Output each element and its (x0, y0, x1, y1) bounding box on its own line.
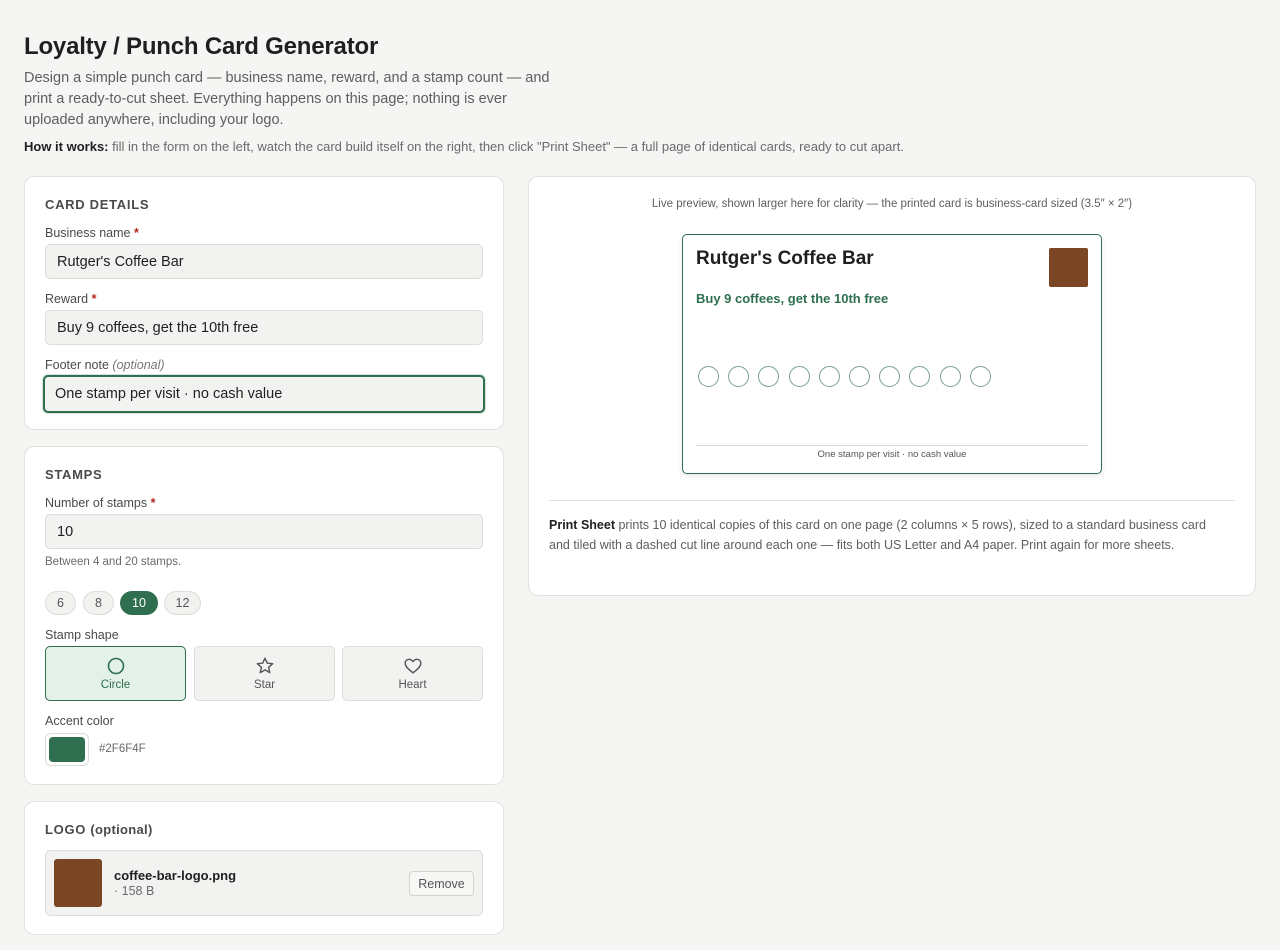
card-logo (1049, 248, 1088, 287)
preview-caption: Live preview, shown larger here for clar… (651, 198, 1133, 210)
footer-note-label: Footer note (optional) (45, 358, 165, 372)
stamp-circle (848, 366, 870, 387)
preset-8-button[interactable]: 8 (83, 591, 114, 615)
circle-icon (107, 657, 124, 675)
preview-divider (549, 500, 1235, 501)
stamp-circle (818, 366, 840, 387)
print-sheet-note: Print Sheet prints 10 identical copies o… (549, 515, 1229, 555)
how-it-works-label: How it works: (24, 139, 109, 154)
logo-file-size: · 158 B (114, 884, 155, 898)
preview-panel: Live preview, shown larger here for clar… (528, 176, 1256, 596)
stamp-circle (698, 366, 719, 387)
reward-input[interactable]: Buy 9 coffees, get the 10th free (45, 310, 483, 345)
stamp-circle (939, 366, 961, 387)
punch-card-preview: Rutger's Coffee Bar Buy 9 coffees, get t… (682, 234, 1102, 474)
business-name-input[interactable]: Rutger's Coffee Bar (45, 244, 483, 279)
accent-color-label: Accent color (45, 714, 114, 728)
stamp-circle (969, 366, 991, 387)
card-footer-note: One stamp per visit · no cash value (817, 449, 967, 460)
print-sheet-label: Print Sheet (549, 518, 615, 532)
shape-circle-button[interactable]: Circle (45, 646, 186, 701)
logo-file-name: coffee-bar-logo.png (114, 868, 237, 883)
optional-tag: (optional) (112, 358, 165, 372)
stamp-count-hint: Between 4 and 20 stamps. (45, 556, 182, 568)
card-business-name: Rutger's Coffee Bar (696, 248, 874, 269)
shape-star-button[interactable]: Star (194, 646, 335, 701)
reward-label: Reward * (45, 292, 97, 306)
card-details-panel: CARD DETAILS Business name * Rutger's Co… (24, 176, 504, 430)
how-it-works: How it works: fill in the form on the le… (24, 138, 1256, 156)
stamp-count-label: Number of stamps * (45, 496, 156, 510)
accent-color-value: #2F6F4F (99, 743, 146, 755)
business-name-label: Business name * (45, 226, 139, 240)
preset-12-button[interactable]: 12 (164, 591, 201, 615)
logo-title: LOGO (optional) (45, 822, 153, 837)
page-intro: Design a simple punch card — business na… (24, 70, 550, 128)
stamp-circle (909, 366, 931, 387)
print-sheet-text: prints 10 identical copies of this card … (549, 518, 1206, 552)
card-divider (696, 445, 1088, 446)
page-title: Loyalty / Punch Card Generator (24, 33, 379, 60)
shape-label: Circle (100, 679, 131, 691)
stamp-circle (758, 366, 780, 387)
stamp-circle (788, 366, 810, 387)
shape-label: Heart (398, 679, 427, 691)
logo-file-row: coffee-bar-logo.png · 158 B Remove (45, 850, 483, 916)
card-stamps (698, 366, 1000, 388)
card-reward: Buy 9 coffees, get the 10th free (696, 291, 889, 306)
optional-tag: (optional) (90, 822, 153, 837)
shape-heart-button[interactable]: Heart (342, 646, 483, 701)
heart-icon (404, 658, 421, 674)
stamp-circle (728, 366, 750, 387)
stamps-title: STAMPS (45, 467, 103, 482)
required-mark: * (133, 226, 139, 240)
accent-color-swatch (49, 737, 85, 762)
required-mark: * (150, 496, 156, 510)
shape-label: Star (253, 679, 276, 691)
stamps-panel: STAMPS Number of stamps * 10 Between 4 a… (24, 446, 504, 785)
stamp-shape-label: Stamp shape (45, 628, 119, 642)
accent-color-picker[interactable] (45, 733, 89, 766)
stamp-count-input[interactable]: 10 (45, 514, 483, 549)
star-icon (256, 657, 273, 674)
preset-6-button[interactable]: 6 (45, 591, 76, 615)
logo-thumbnail (54, 859, 102, 907)
footer-note-input[interactable]: One stamp per visit · no cash value (43, 375, 485, 413)
stamp-circle (879, 366, 901, 387)
remove-logo-button[interactable]: Remove (409, 871, 474, 896)
preset-10-button[interactable]: 10 (120, 591, 158, 615)
logo-panel: LOGO (optional) coffee-bar-logo.png · 15… (24, 801, 504, 935)
how-it-works-text: fill in the form on the left, watch the … (108, 139, 904, 154)
card-details-title: CARD DETAILS (45, 197, 150, 212)
page: Loyalty / Punch Card Generator Design a … (0, 0, 1280, 156)
required-mark: * (91, 292, 97, 306)
